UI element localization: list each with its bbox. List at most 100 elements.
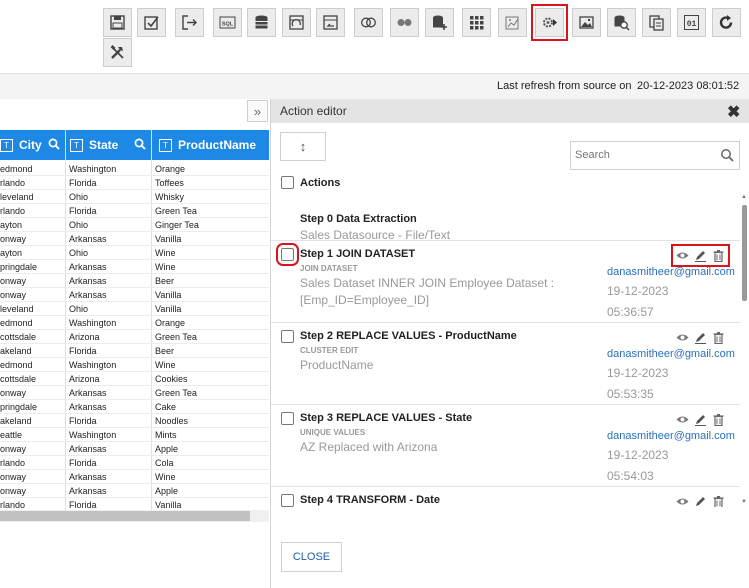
- toolbar-button-sql[interactable]: SQL: [213, 8, 242, 37]
- table-row: ayton Ohio Wine: [0, 246, 269, 260]
- table-row: pringdale Arkansas Cake: [0, 400, 269, 414]
- table-cell: Washington: [69, 164, 117, 174]
- sql-icon: SQL: [219, 16, 236, 29]
- toolbar-button-save[interactable]: [103, 8, 132, 37]
- eye-icon[interactable]: [676, 495, 689, 507]
- save-as-icon: [144, 16, 159, 30]
- delete-icon[interactable]: [712, 331, 725, 344]
- svg-text:SQL: SQL: [222, 22, 234, 28]
- close-button[interactable]: CLOSE: [281, 542, 342, 572]
- table-cell: Florida: [69, 178, 97, 188]
- table-cell: Florida: [69, 416, 97, 426]
- vertical-scrollbar[interactable]: ▲ ▼: [740, 194, 749, 507]
- table-row: onway Arkansas Apple: [0, 442, 269, 456]
- toolbar-button-image[interactable]: [572, 8, 601, 37]
- scroll-up-icon[interactable]: ▲: [741, 194, 747, 200]
- step-actions: [671, 244, 730, 267]
- toolbar-button-copy[interactable]: [642, 8, 671, 37]
- step-item: Step 3 REPLACE VALUES - State UNIQUE VALU…: [271, 405, 741, 487]
- step-type: UNIQUE VALUES: [300, 428, 366, 437]
- search-icon[interactable]: [134, 138, 147, 153]
- refresh-label: Last refresh from source on: [497, 80, 632, 92]
- toolbar-button-export[interactable]: [175, 8, 204, 37]
- toolbar-button-rotate[interactable]: [712, 8, 741, 37]
- undo-table-icon: [323, 15, 338, 30]
- toolbar-button-save-as[interactable]: [137, 8, 166, 37]
- toolbar-button-tools[interactable]: [103, 38, 132, 67]
- step-title: Step 0 Data Extraction: [300, 213, 417, 225]
- table-row: edmond Washington Orange: [0, 162, 269, 176]
- edit-icon[interactable]: [694, 249, 707, 262]
- step-type: CLUSTER EDIT: [300, 346, 359, 355]
- toolbar-button-undo-table[interactable]: [316, 8, 345, 37]
- step-checkbox[interactable]: [281, 412, 294, 425]
- step-user: danasmitheer@gmail.com: [607, 430, 735, 442]
- scroll-down-icon[interactable]: ▼: [741, 499, 747, 505]
- actions-label: Actions: [300, 177, 341, 189]
- table-row: akeland Florida Beer: [0, 344, 269, 358]
- edit-icon[interactable]: [694, 495, 707, 507]
- column-header-state[interactable]: T State: [70, 130, 147, 160]
- join-icon: [361, 17, 376, 28]
- search-icon[interactable]: [720, 148, 734, 167]
- search-icon[interactable]: [48, 138, 60, 153]
- delete-icon[interactable]: [712, 413, 725, 426]
- collapse-panel-button[interactable]: »: [247, 100, 268, 122]
- column-header-city[interactable]: T City: [0, 130, 60, 160]
- step-user: danasmitheer@gmail.com: [607, 348, 735, 360]
- eye-icon[interactable]: [676, 413, 689, 426]
- toolbar-button-search-database[interactable]: [607, 8, 636, 37]
- table-row: edmond Washington Orange: [0, 316, 269, 330]
- step-date: 19-12-2023: [607, 448, 669, 462]
- step-checkbox[interactable]: [281, 494, 294, 507]
- edit-icon[interactable]: [694, 413, 707, 426]
- table-cell: onway: [0, 290, 27, 300]
- horizontal-scrollbar[interactable]: [0, 510, 269, 522]
- table-cell: onway: [0, 388, 27, 398]
- close-icon[interactable]: ✖: [727, 102, 740, 122]
- step-checkbox[interactable]: [276, 243, 299, 266]
- table-cell: Ohio: [69, 192, 89, 202]
- table-cell: Beer: [155, 276, 175, 286]
- table-cell: Apple: [155, 486, 179, 496]
- search-box: [570, 141, 740, 170]
- step-checkbox[interactable]: [281, 330, 294, 343]
- toolbar-button-link[interactable]: [390, 8, 419, 37]
- toolbar-button-add-database[interactable]: [425, 8, 454, 37]
- column-label: City: [19, 138, 42, 152]
- table-row: onway Arkansas Wine: [0, 470, 269, 484]
- toolbar-button-refresh-table[interactable]: [282, 8, 311, 37]
- toolbar-button-action-editor[interactable]: [531, 4, 568, 41]
- table-cell: onway: [0, 472, 27, 482]
- table-cell: Vanilla: [155, 290, 182, 300]
- column-header-productname[interactable]: T ProductName: [159, 130, 256, 160]
- table-row: ayton Ohio Ginger Tea: [0, 218, 269, 232]
- sort-button[interactable]: ↕: [280, 132, 326, 161]
- table-cell: ayton: [0, 220, 23, 230]
- scrollbar-thumb[interactable]: [742, 205, 747, 301]
- toolbar-button-chart-edit[interactable]: [498, 8, 527, 37]
- table-row: onway Arkansas Green Tea: [0, 386, 269, 400]
- step-item: Step 2 REPLACE VALUES - ProductName CLUST…: [271, 323, 741, 405]
- delete-icon[interactable]: [712, 495, 725, 507]
- scrollbar-thumb[interactable]: [0, 511, 250, 521]
- toolbar-button-grid[interactable]: [462, 8, 491, 37]
- search-input[interactable]: [575, 149, 715, 161]
- toolbar-button-database[interactable]: [247, 8, 276, 37]
- table-cell: edmond: [0, 360, 33, 370]
- select-all-checkbox[interactable]: [281, 176, 294, 189]
- eye-icon[interactable]: [676, 331, 689, 344]
- table-cell: Arkansas: [69, 472, 107, 482]
- add-database-icon: [433, 15, 447, 30]
- toolbar-button-join[interactable]: [354, 8, 383, 37]
- step-item: Step 0 Data Extraction Sales Datasource -…: [271, 199, 741, 242]
- chart-edit-icon: [505, 16, 519, 30]
- eye-icon[interactable]: [676, 249, 689, 262]
- toolbar-button-binary[interactable]: 01: [677, 8, 706, 37]
- edit-icon[interactable]: [694, 331, 707, 344]
- tools-icon: [110, 45, 124, 59]
- delete-icon[interactable]: [712, 249, 725, 262]
- search-database-icon: [614, 15, 630, 31]
- table-cell: Washington: [69, 430, 117, 440]
- table-cell: Arizona: [69, 332, 100, 342]
